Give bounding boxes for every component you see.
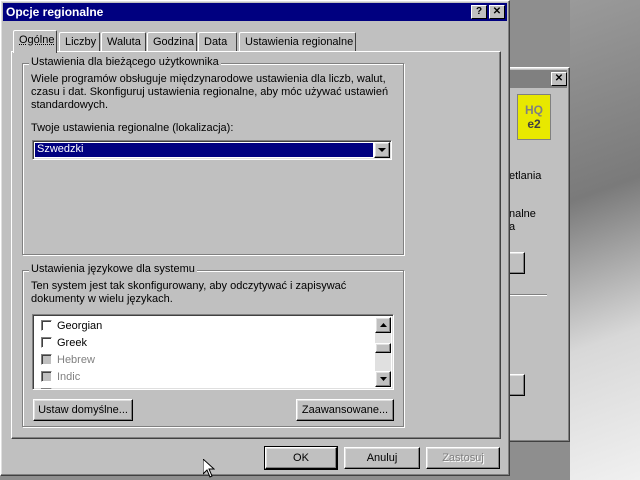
locale-dropdown[interactable]: Szwedzki (32, 140, 392, 160)
help-icon: ? (475, 6, 483, 17)
tab-time[interactable]: Godzina (147, 32, 197, 52)
tab-regional-settings[interactable]: Ustawienia regionalne (239, 32, 356, 52)
tab-label: Waluta (107, 36, 141, 48)
tab-label: Godzina (153, 36, 194, 48)
language-label: Greek (57, 336, 87, 349)
cancel-button-label: Anuluj (366, 452, 398, 464)
checkbox (41, 354, 52, 365)
checkbox[interactable] (41, 320, 52, 331)
list-item[interactable]: Indic (35, 368, 373, 385)
ok-button[interactable]: OK (264, 446, 338, 470)
close-icon: ✕ (554, 73, 564, 84)
scroll-up-button[interactable] (375, 317, 391, 333)
background-window[interactable]: ✕ HQ e2 etlania nalne a (500, 67, 570, 442)
close-button[interactable]: ✕ (489, 5, 505, 19)
language-list-scrollbar[interactable] (375, 317, 391, 387)
dropdown-arrow-button[interactable] (374, 142, 390, 158)
scroll-thumb[interactable] (375, 343, 391, 353)
list-item[interactable] (35, 385, 373, 389)
language-list[interactable]: Georgian Greek Hebrew Indic (32, 314, 394, 390)
help-button[interactable]: ? (471, 5, 487, 19)
language-label: Hebrew (57, 353, 95, 366)
apply-button-label: Zastosuj (442, 452, 484, 464)
language-settings-group: Ustawienia językowe dla systemu Ten syst… (22, 263, 404, 427)
scroll-down-button[interactable] (375, 371, 391, 387)
desktop-background (570, 0, 640, 480)
checkbox[interactable] (41, 337, 52, 348)
checkbox[interactable] (41, 388, 52, 389)
dialog-title: Opcje regionalne (6, 5, 104, 19)
mouse-cursor-icon (203, 459, 215, 478)
language-label: Indic (57, 370, 81, 383)
set-default-button[interactable]: Ustaw domyślne... (33, 399, 133, 421)
tab-numbers[interactable]: Liczby (59, 32, 100, 52)
close-icon: ✕ (492, 6, 502, 17)
chevron-down-icon (378, 147, 386, 152)
tab-date[interactable]: Data (198, 32, 237, 52)
logo-text-bottom: e2 (527, 117, 541, 131)
language-label: Georgian (57, 319, 103, 332)
list-item[interactable]: Georgian (35, 317, 373, 334)
cancel-button[interactable]: Anuluj (344, 447, 420, 469)
tab-label: Ogólne (19, 34, 55, 46)
checkbox (41, 371, 52, 382)
locale-label: Twoje ustawienia regionalne (lokalizacja… (31, 122, 234, 134)
tab-general[interactable]: Ogólne (13, 30, 57, 53)
language-list-items: Georgian Greek Hebrew Indic (35, 317, 373, 389)
tab-currency[interactable]: Waluta (101, 32, 146, 52)
advanced-button[interactable]: Zaawansowane... (296, 399, 394, 421)
locale-selected-value-highlight: Szwedzki (34, 142, 374, 158)
set-default-button-label: Ustaw domyślne... (38, 404, 128, 416)
locale-selected-value: Szwedzki (37, 143, 84, 155)
user-settings-group: Ustawienia dla bieżącego użytkownika Wie… (22, 56, 404, 255)
apply-button: Zastosuj (426, 447, 500, 469)
tab-strip: Ogólne Liczby Waluta Godzina Data Ustawi… (11, 30, 501, 53)
background-window-close-button[interactable]: ✕ (551, 72, 567, 86)
language-settings-group-title: Ustawienia językowe dla systemu (29, 263, 197, 275)
title-bar[interactable]: Opcje regionalne ? ✕ (3, 3, 507, 21)
tab-label: Liczby (65, 36, 97, 48)
logo-text-top: HQ (525, 103, 543, 117)
tab-page-general: Ustawienia dla bieżącego użytkownika Wie… (11, 51, 501, 439)
tab-label: Data (204, 36, 228, 48)
tab-label: Ustawienia regionalne (245, 36, 354, 48)
list-item[interactable]: Greek (35, 334, 373, 351)
chevron-up-icon (379, 323, 387, 327)
background-text-1: etlania (509, 170, 542, 182)
advanced-button-label: Zaawansowane... (301, 404, 389, 416)
hq-logo: HQ e2 (517, 94, 551, 140)
user-settings-group-title: Ustawienia dla bieżącego użytkownika (29, 56, 221, 68)
user-settings-description: Wiele programów obsługuje międzynarodowe… (31, 73, 389, 111)
chevron-down-icon (379, 377, 387, 381)
list-item[interactable]: Hebrew (35, 351, 373, 368)
language-settings-description: Ten system jest tak skonfigurowany, aby … (31, 280, 347, 305)
ok-button-label: OK (293, 452, 309, 464)
background-text-2: nalne (509, 208, 536, 220)
regional-options-dialog[interactable]: Opcje regionalne ? ✕ Ogólne Liczby Walut… (0, 0, 510, 476)
